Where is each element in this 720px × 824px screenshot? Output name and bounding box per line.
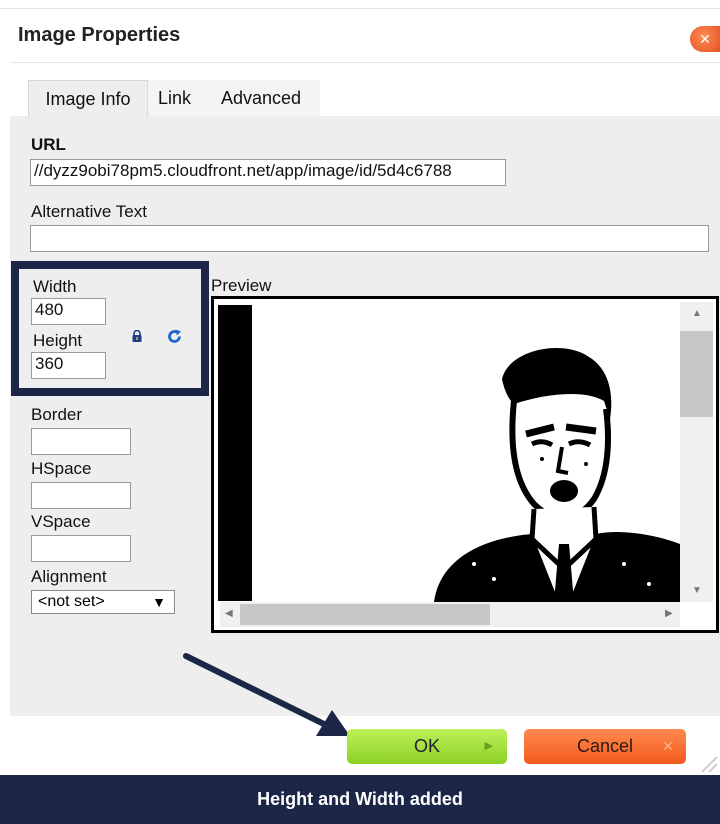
cancel-button[interactable]: Cancel ✕ — [524, 729, 686, 764]
horizontal-scroll-thumb[interactable] — [240, 604, 490, 625]
scroll-down-icon[interactable]: ▼ — [692, 585, 702, 596]
annotation-arrow — [183, 653, 350, 736]
close-icon: ✕ — [699, 31, 711, 47]
scroll-left-icon[interactable]: ◀ — [225, 608, 233, 619]
chevron-down-icon: ▼ — [152, 594, 166, 610]
resize-grip-icon[interactable] — [700, 755, 718, 773]
scroll-up-icon[interactable]: ▲ — [692, 308, 702, 319]
preview-image — [434, 348, 680, 602]
tab-image-info[interactable]: Image Info — [28, 80, 148, 117]
alignment-select[interactable]: <not set> ▼ — [31, 590, 175, 614]
dialog-title: Image Properties — [18, 24, 181, 46]
top-divider — [0, 8, 720, 9]
ok-button-label: OK — [413, 736, 440, 756]
vspace-input[interactable] — [31, 535, 131, 562]
preview-label: Preview — [211, 276, 272, 295]
border-input[interactable] — [31, 428, 131, 455]
play-icon: ▶ — [484, 740, 493, 752]
alignment-value: <not set> — [38, 593, 105, 610]
preview-horizontal-scrollbar[interactable]: ◀ ▶ — [220, 602, 680, 627]
lock-icon[interactable] — [131, 330, 143, 342]
hspace-input[interactable] — [31, 482, 131, 509]
preview-pane: ▲ ▼ ◀ ▶ — [211, 296, 719, 633]
height-label: Height — [33, 331, 83, 350]
close-icon: ✕ — [662, 738, 674, 754]
reset-size-icon[interactable] — [166, 328, 183, 345]
tab-link[interactable]: Link — [158, 80, 191, 116]
width-label: Width — [33, 277, 77, 296]
border-label: Border — [31, 405, 83, 424]
alt-text-input[interactable] — [30, 225, 709, 252]
height-input[interactable]: 360 — [31, 352, 106, 379]
url-label: URL — [31, 135, 66, 154]
hspace-label: HSpace — [31, 459, 92, 478]
title-divider — [10, 62, 720, 63]
caption-bar: Height and Width added — [0, 775, 720, 824]
width-input[interactable]: 480 — [31, 298, 106, 325]
close-button[interactable]: ✕ — [690, 26, 720, 52]
url-input[interactable]: //dyzz9obi78pm5.cloudfront.net/app/image… — [30, 159, 506, 186]
preview-black-bar — [218, 305, 252, 601]
alt-text-label: Alternative Text — [31, 202, 147, 221]
ok-button[interactable]: OK ▶ — [347, 729, 507, 764]
vspace-label: VSpace — [31, 512, 91, 531]
cancel-button-label: Cancel — [576, 736, 634, 756]
preview-vertical-scrollbar[interactable]: ▲ ▼ — [680, 302, 713, 602]
alignment-label: Alignment — [31, 567, 107, 586]
vertical-scroll-thumb[interactable] — [680, 331, 713, 417]
tab-advanced[interactable]: Advanced — [221, 80, 301, 116]
scroll-right-icon[interactable]: ▶ — [665, 608, 673, 619]
